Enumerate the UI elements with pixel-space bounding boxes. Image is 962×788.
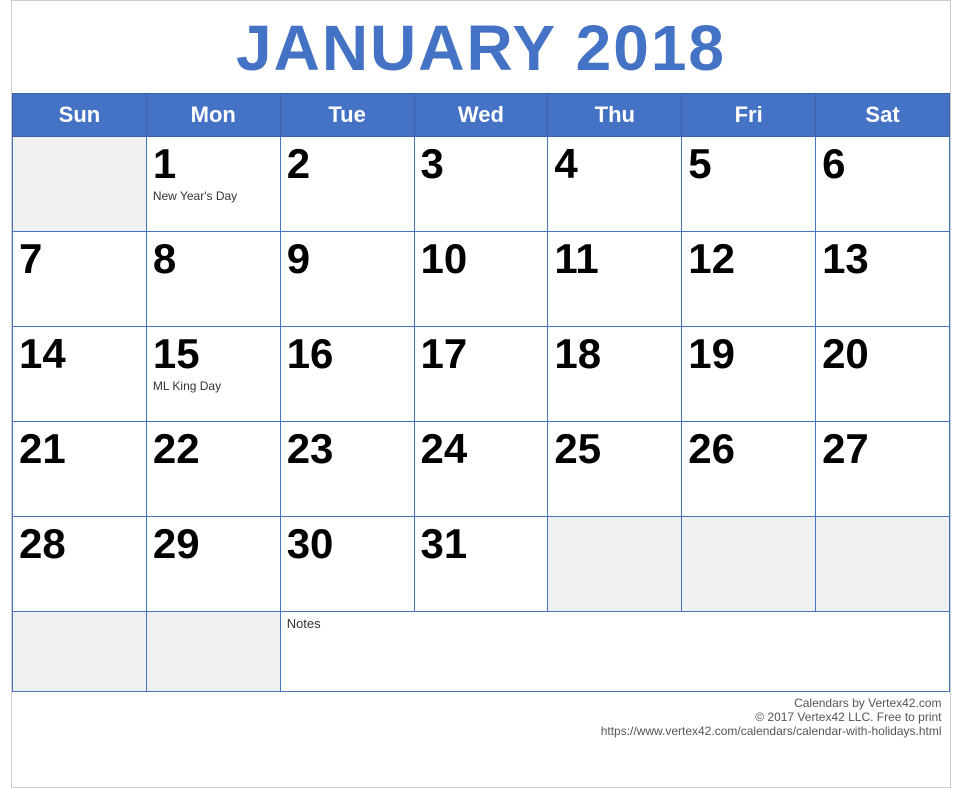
day-number: 28 [19, 521, 140, 567]
header-wed: Wed [414, 94, 548, 137]
day-number: 16 [287, 331, 408, 377]
day-cell: 2 [280, 137, 414, 232]
day-cell: 9 [280, 232, 414, 327]
day-number: 22 [153, 426, 274, 472]
calendar-title: JANUARY 2018 [12, 1, 950, 93]
day-cell [13, 137, 147, 232]
day-number: 18 [554, 331, 675, 377]
notes-empty-1 [13, 612, 147, 692]
day-number: 14 [19, 331, 140, 377]
day-cell [682, 517, 816, 612]
day-cell: 3 [414, 137, 548, 232]
week-row-3: 14 15 ML King Day 16 17 18 19 20 [13, 327, 950, 422]
week-row-5: 28 29 30 31 [13, 517, 950, 612]
day-number: 8 [153, 236, 274, 282]
day-number: 31 [421, 521, 542, 567]
day-cell: 12 [682, 232, 816, 327]
day-cell: 19 [682, 327, 816, 422]
calendar-container: JANUARY 2018 Sun Mon Tue Wed Thu Fri Sat… [11, 0, 951, 788]
day-cell: 28 [13, 517, 147, 612]
header-thu: Thu [548, 94, 682, 137]
day-number: 25 [554, 426, 675, 472]
day-number: 27 [822, 426, 943, 472]
day-cell: 10 [414, 232, 548, 327]
day-number: 30 [287, 521, 408, 567]
day-number: 29 [153, 521, 274, 567]
day-number: 21 [19, 426, 140, 472]
day-number: 15 [153, 331, 274, 377]
day-number: 12 [688, 236, 809, 282]
day-cell: 26 [682, 422, 816, 517]
footer-cell: Calendars by Vertex42.com © 2017 Vertex4… [13, 692, 950, 787]
day-cell: 29 [146, 517, 280, 612]
day-cell [816, 517, 950, 612]
day-cell: 23 [280, 422, 414, 517]
footer-row: Calendars by Vertex42.com © 2017 Vertex4… [13, 692, 950, 787]
day-cell: 6 [816, 137, 950, 232]
day-number: 9 [287, 236, 408, 282]
day-number: 20 [822, 331, 943, 377]
week-row-4: 21 22 23 24 25 26 27 [13, 422, 950, 517]
holiday-label: ML King Day [153, 379, 274, 393]
day-cell: 22 [146, 422, 280, 517]
day-cell: 4 [548, 137, 682, 232]
notes-cell: Notes [280, 612, 949, 692]
day-cell: 8 [146, 232, 280, 327]
day-number: 3 [421, 141, 542, 187]
day-cell: 7 [13, 232, 147, 327]
holiday-label: New Year's Day [153, 189, 274, 203]
day-number: 24 [421, 426, 542, 472]
day-cell: 14 [13, 327, 147, 422]
notes-label: Notes [287, 616, 321, 631]
week-row-2: 789 10 11 12 13 [13, 232, 950, 327]
day-cell: 5 [682, 137, 816, 232]
day-number: 11 [554, 236, 675, 282]
header-sun: Sun [13, 94, 147, 137]
day-number: 4 [554, 141, 675, 187]
footer-line2: © 2017 Vertex42 LLC. Free to print [755, 710, 941, 724]
header-sat: Sat [816, 94, 950, 137]
day-number: 5 [688, 141, 809, 187]
calendar-body: 1New Year's Day23456789101112131415ML Ki… [13, 137, 950, 612]
footer-line1: Calendars by Vertex42.com [794, 696, 941, 710]
day-number: 2 [287, 141, 408, 187]
day-cell: 11 [548, 232, 682, 327]
day-cell: 1 New Year's Day [146, 137, 280, 232]
day-number: 19 [688, 331, 809, 377]
day-cell [548, 517, 682, 612]
header-tue: Tue [280, 94, 414, 137]
day-cell: 16 [280, 327, 414, 422]
day-cell: 30 [280, 517, 414, 612]
notes-row: Notes [13, 612, 950, 692]
notes-empty-2 [146, 612, 280, 692]
day-cell: 21 [13, 422, 147, 517]
day-cell: 31 [414, 517, 548, 612]
day-cell: 27 [816, 422, 950, 517]
day-number: 17 [421, 331, 542, 377]
calendar-grid: Sun Mon Tue Wed Thu Fri Sat 1 New Year's … [12, 93, 950, 787]
day-number: 13 [822, 236, 943, 282]
day-cell: 24 [414, 422, 548, 517]
day-number: 6 [822, 141, 943, 187]
day-number: 23 [287, 426, 408, 472]
day-cell: 25 [548, 422, 682, 517]
day-cell: 20 [816, 327, 950, 422]
header-fri: Fri [682, 94, 816, 137]
day-cell: 13 [816, 232, 950, 327]
header-mon: Mon [146, 94, 280, 137]
day-number: 26 [688, 426, 809, 472]
day-cell: 17 [414, 327, 548, 422]
footer-line3: https://www.vertex42.com/calendars/calen… [601, 724, 942, 738]
day-number: 10 [421, 236, 542, 282]
day-cell: 15 ML King Day [146, 327, 280, 422]
header-row: Sun Mon Tue Wed Thu Fri Sat [13, 94, 950, 137]
day-cell: 18 [548, 327, 682, 422]
day-number: 1 [153, 141, 274, 187]
day-number: 7 [19, 236, 140, 282]
week-row-1: 1 New Year's Day 23456 [13, 137, 950, 232]
